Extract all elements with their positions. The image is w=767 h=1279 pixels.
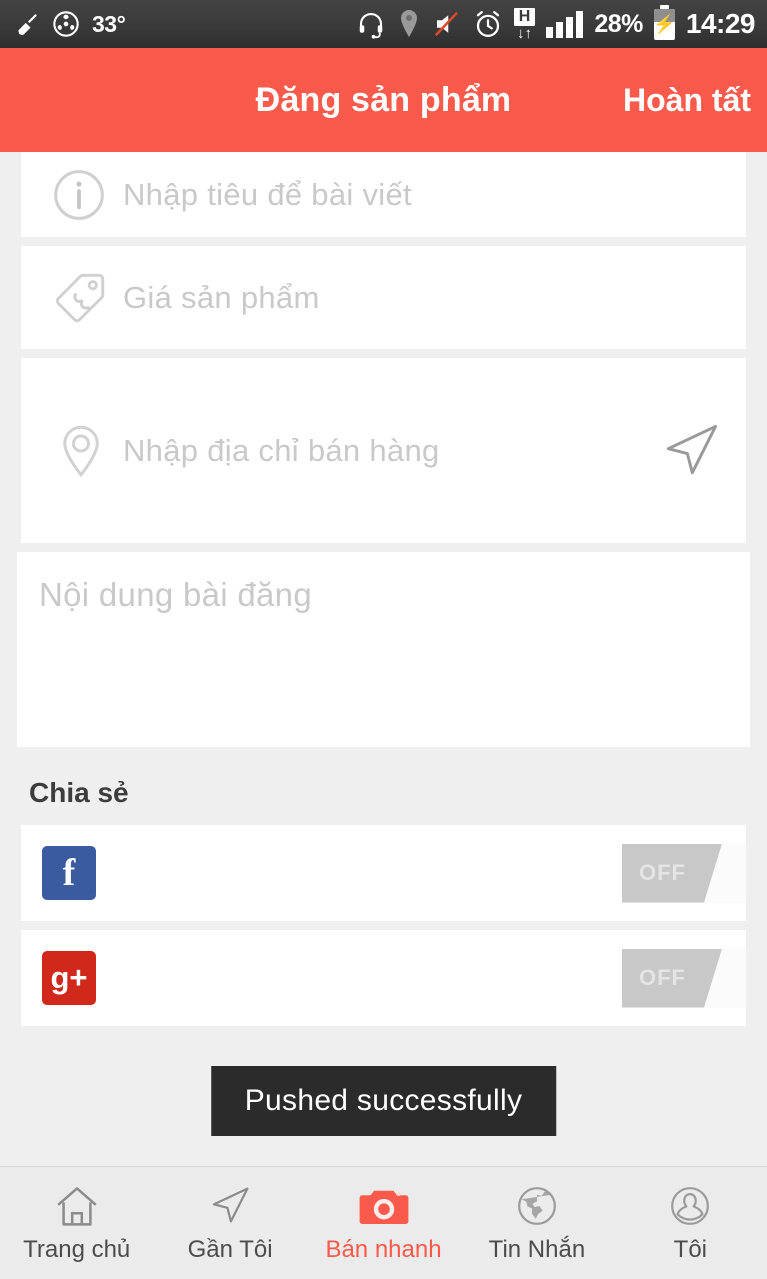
signal-bars-icon [546, 10, 584, 38]
tab-label: Gần Tôi [187, 1235, 273, 1263]
hspa-network-icon: H ↓↑ [513, 8, 536, 42]
map-pin-icon [51, 421, 123, 481]
share-row-google-plus[interactable]: g+ OFF [21, 930, 746, 1026]
app-screen: 33° H ↓↑ 28% ⚡ 14:29 Đăng sản phẩm Hoàn … [0, 0, 767, 1279]
status-bar-right: H ↓↑ 28% ⚡ 14:29 [356, 4, 767, 42]
google-plus-toggle-label: OFF [622, 948, 722, 1008]
network-type-label: H [513, 8, 536, 26]
bottom-tab-bar: Trang chủ Gần Tôi Bán nhanh Tin Nhắn Tôi [0, 1166, 767, 1279]
price-field-row[interactable]: Giá sản phẩm [21, 246, 746, 349]
status-bar-left: 33° [0, 10, 126, 38]
tab-gan-toi[interactable]: Gần Tôi [153, 1183, 306, 1264]
mute-speaker-icon [432, 9, 462, 39]
clock-label: 14:29 [685, 8, 756, 39]
status-bar: 33° H ↓↑ 28% ⚡ 14:29 [0, 0, 767, 48]
battery-charging-icon: ⚡ [653, 4, 676, 40]
address-field-row[interactable]: Nhập địa chỉ bán hàng [21, 358, 746, 543]
info-circle-icon [51, 167, 123, 223]
headset-icon [356, 9, 386, 39]
temperature-label: 33° [92, 10, 126, 37]
body-textarea[interactable]: Nội dung bài đăng [39, 576, 312, 613]
google-plus-share-toggle[interactable]: OFF [622, 948, 746, 1008]
share-row-facebook[interactable]: f OFF [21, 825, 746, 921]
facebook-toggle-label: OFF [622, 843, 722, 903]
alarm-clock-icon [473, 9, 503, 39]
price-input[interactable]: Giá sản phẩm [123, 280, 320, 316]
title-input[interactable]: Nhập tiêu để bài viết [123, 177, 412, 213]
person-avatar-icon [667, 1183, 713, 1229]
battery-percent-label: 28% [594, 9, 643, 38]
camera-icon [358, 1183, 410, 1229]
tab-ban-nhanh[interactable]: Bán nhanh [307, 1183, 460, 1264]
tab-label: Trang chủ [23, 1235, 131, 1263]
tab-tin-nhan[interactable]: Tin Nhắn [460, 1183, 613, 1264]
done-button[interactable]: Hoàn tất [623, 82, 767, 119]
tab-trang-chu[interactable]: Trang chủ [0, 1183, 153, 1264]
tab-label: Tin Nhắn [488, 1235, 586, 1263]
facebook-share-toggle[interactable]: OFF [622, 843, 746, 903]
tab-toi[interactable]: Tôi [614, 1183, 767, 1264]
fan-icon [52, 10, 80, 38]
navigation-arrow-icon [207, 1183, 253, 1229]
network-traffic-arrows: ↓↑ [517, 25, 533, 42]
location-pin-icon [397, 9, 421, 39]
app-header: Đăng sản phẩm Hoàn tất [0, 48, 767, 152]
body-field-row[interactable]: Nội dung bài đăng [17, 552, 750, 747]
price-tag-icon [51, 269, 123, 327]
navigation-arrow-icon[interactable] [660, 420, 722, 482]
facebook-icon: f [42, 846, 96, 900]
tab-label: Tôi [673, 1235, 707, 1263]
address-input[interactable]: Nhập địa chỉ bán hàng [123, 433, 440, 469]
form-content: Nhập tiêu để bài viết Giá sản phẩm Nhập … [0, 152, 767, 1166]
toast-message: Pushed successfully [210, 1066, 557, 1136]
globe-icon [514, 1183, 560, 1229]
tab-label: Bán nhanh [325, 1235, 442, 1263]
broom-cleaner-icon [14, 11, 40, 37]
share-section-label: Chia sẻ [29, 777, 129, 808]
title-field-row[interactable]: Nhập tiêu để bài viết [21, 152, 746, 237]
google-plus-icon: g+ [42, 951, 96, 1005]
home-icon [53, 1183, 101, 1229]
